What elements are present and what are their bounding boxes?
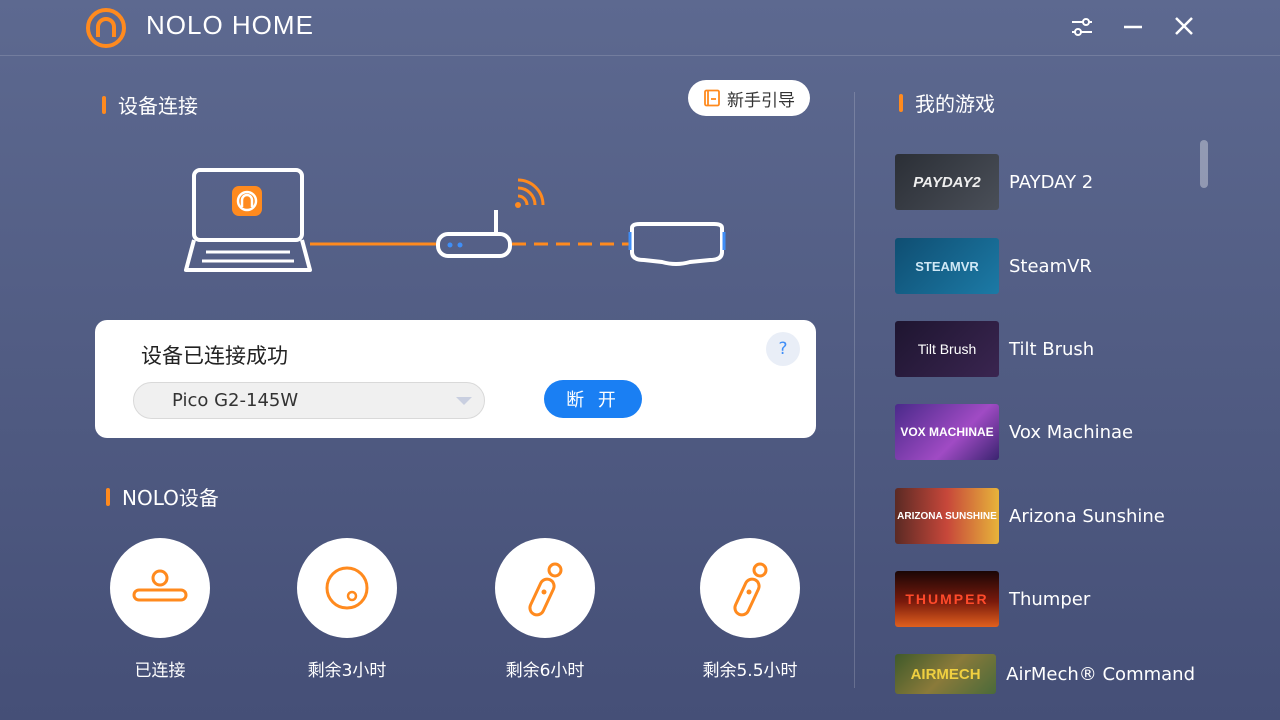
- game-thumbnail: Tilt Brush: [895, 321, 999, 377]
- nolo-devices-title: NOLO设备: [122, 486, 219, 510]
- book-icon: [704, 89, 720, 107]
- my-games-title: 我的游戏: [915, 92, 995, 116]
- close-icon[interactable]: [1168, 12, 1200, 44]
- title-bar: NOLO HOME: [0, 0, 1280, 56]
- device-select[interactable]: Pico G2-145W: [133, 382, 485, 419]
- game-thumbnail: STEAMVR: [895, 238, 999, 294]
- device-status-label: 剩余5.5小时: [702, 661, 798, 681]
- controller-icon: [733, 562, 768, 617]
- router-icon: [436, 210, 512, 258]
- device-controller-2[interactable]: 剩余5.5小时: [700, 538, 800, 688]
- game-item-airmech-command[interactable]: AIRMECH AirMech® Command: [895, 654, 1195, 694]
- game-thumbnail: THUMPER: [895, 571, 999, 627]
- nolo-devices-header: NOLO设备: [106, 482, 219, 511]
- controller-icon: [528, 562, 563, 617]
- device-status-label: 剩余6小时: [505, 661, 585, 681]
- game-name: Vox Machinae: [1009, 421, 1134, 443]
- minimize-icon[interactable]: [1117, 12, 1149, 44]
- game-name: Thumper: [1009, 588, 1091, 610]
- sliders-icon[interactable]: [1066, 12, 1098, 44]
- headset-marker-icon: [325, 566, 369, 610]
- beginner-guide-label: 新手引导: [727, 90, 795, 111]
- device-headset-marker[interactable]: 剩余3小时: [297, 538, 397, 688]
- game-item-tilt-brush[interactable]: Tilt Brush Tilt Brush: [895, 321, 1195, 377]
- device-connection-header: 设备连接: [102, 90, 198, 119]
- device-base-station[interactable]: 已连接: [110, 538, 210, 688]
- beginner-guide-button[interactable]: 新手引导: [688, 80, 810, 116]
- game-item-steamvr[interactable]: STEAMVR SteamVR: [895, 238, 1195, 294]
- game-name: SteamVR: [1009, 255, 1092, 277]
- game-thumbnail: PAYDAY2: [895, 154, 999, 210]
- game-item-payday2[interactable]: PAYDAY2 PAYDAY 2: [895, 154, 1195, 210]
- section-accent-bar: [899, 93, 903, 112]
- connection-diagram: [184, 168, 726, 272]
- connection-status-card: 设备已连接成功 ? Pico G2-145W 断 开: [95, 320, 816, 438]
- device-select-value: Pico G2-145W: [172, 390, 299, 411]
- nolo-logo-icon: [86, 8, 126, 48]
- device-status-label: 已连接: [134, 661, 186, 681]
- my-games-header: 我的游戏: [899, 88, 995, 117]
- device-status-label: 剩余3小时: [307, 661, 387, 681]
- game-name: Tilt Brush: [1009, 338, 1095, 360]
- section-accent-bar: [102, 95, 106, 114]
- panel-divider: [854, 92, 855, 688]
- base-station-icon: [132, 569, 188, 602]
- section-accent-bar: [106, 487, 110, 506]
- game-thumbnail: AIRMECH: [895, 654, 997, 694]
- chevron-down-icon: [456, 397, 472, 405]
- device-controller-1[interactable]: 剩余6小时: [495, 538, 595, 688]
- laptop-icon: [184, 168, 312, 272]
- help-button[interactable]: ?: [766, 332, 800, 366]
- game-name: AirMech® Command: [1006, 663, 1195, 685]
- app-title: NOLO HOME: [146, 10, 314, 40]
- game-item-vox-machinae[interactable]: VOX MACHINAE Vox Machinae: [895, 404, 1195, 460]
- games-scrollbar[interactable]: [1200, 140, 1208, 188]
- device-connection-title: 设备连接: [118, 94, 198, 118]
- game-thumbnail: VOX MACHINAE: [895, 404, 999, 460]
- wifi-signal-icon: [515, 178, 545, 208]
- game-item-arizona-sunshine[interactable]: ARIZONA SUNSHINE Arizona Sunshine: [895, 488, 1195, 544]
- game-name: PAYDAY 2: [1009, 171, 1094, 193]
- vr-headset-icon: [628, 222, 726, 266]
- game-item-thumper[interactable]: THUMPER Thumper: [895, 571, 1195, 627]
- connection-status-text: 设备已连接成功: [141, 344, 288, 368]
- game-name: Arizona Sunshine: [1009, 505, 1165, 527]
- game-thumbnail: ARIZONA SUNSHINE: [895, 488, 999, 544]
- disconnect-button[interactable]: 断 开: [544, 380, 642, 418]
